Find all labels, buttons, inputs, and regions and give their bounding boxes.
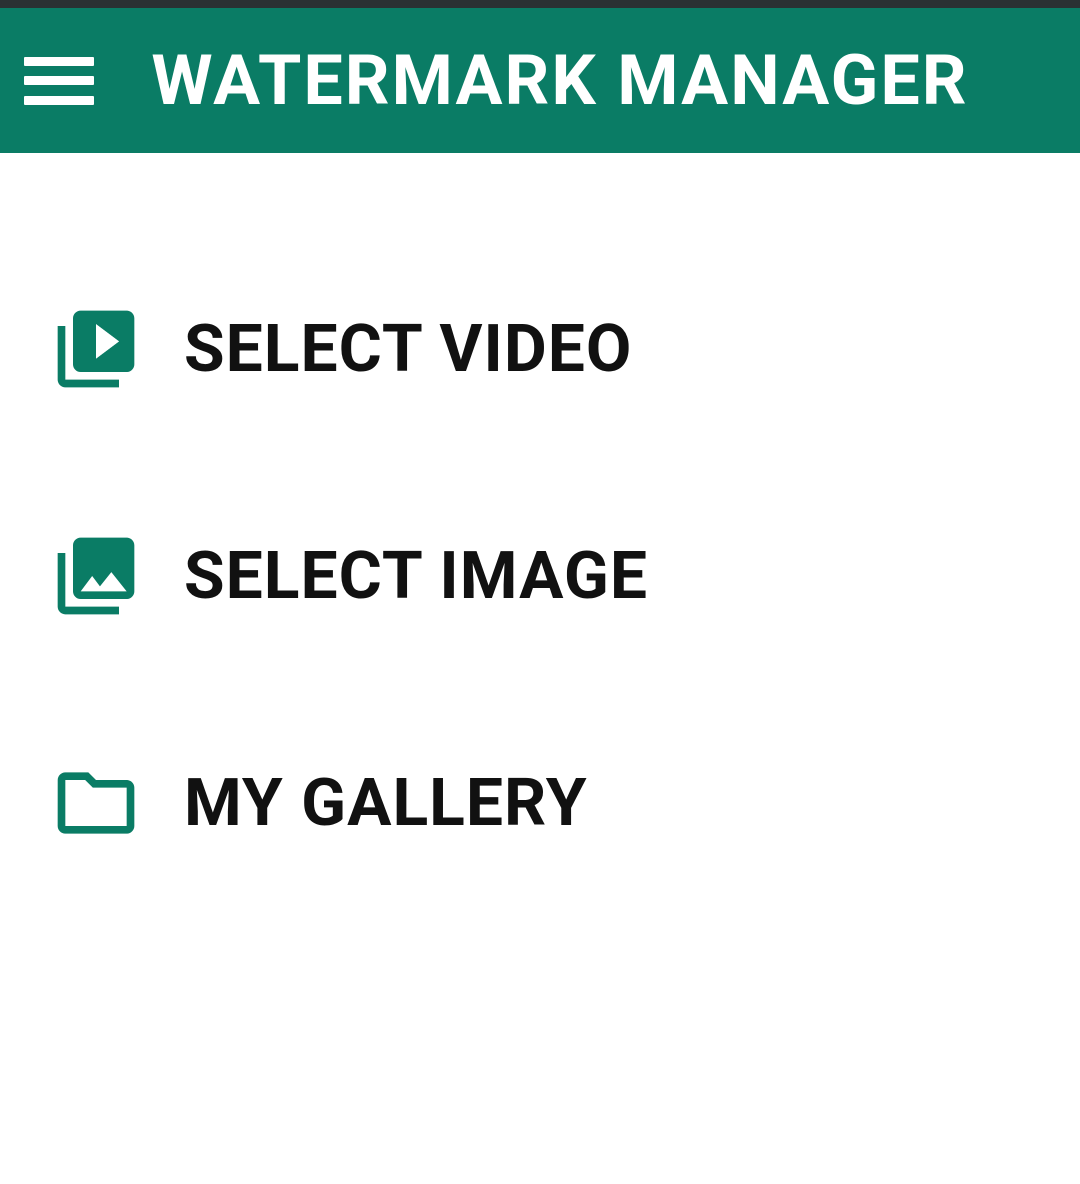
image-library-icon [50,530,142,622]
menu-item-label: MY GALLERY [184,765,588,842]
my-gallery-button[interactable]: MY GALLERY [50,757,1030,849]
menu-item-label: SELECT IMAGE [184,538,648,615]
select-video-button[interactable]: SELECT VIDEO [50,303,1030,395]
menu-item-label: SELECT VIDEO [184,311,632,388]
main-content: SELECT VIDEO SELECT IMAGE MY GALLERY [0,153,1080,849]
app-bar: WATERMARK MANAGER [0,8,1080,153]
folder-icon [50,757,142,849]
video-library-icon [50,303,142,395]
select-image-button[interactable]: SELECT IMAGE [50,530,1030,622]
status-bar [0,0,1080,8]
app-title: WATERMARK MANAGER [64,40,1056,122]
